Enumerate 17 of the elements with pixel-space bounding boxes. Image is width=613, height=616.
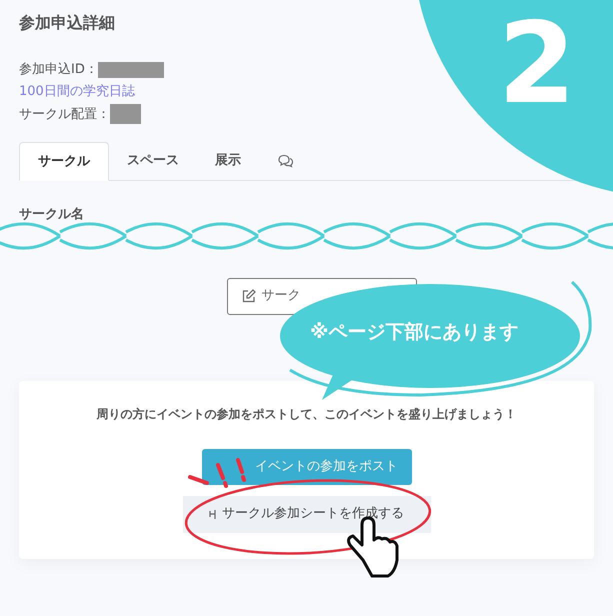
page-title: 参加申込詳細 [19, 12, 116, 34]
info-label: 参加申込ID： [19, 61, 98, 79]
redacted-block [98, 62, 164, 78]
tab[interactable]: 展示 [197, 141, 259, 180]
tab[interactable]: サークル [19, 142, 109, 181]
redacted-block [110, 104, 141, 124]
tab[interactable]: スペース [109, 141, 197, 180]
edit-icon [242, 289, 256, 303]
callout-text: ※ページ下部にあります [310, 323, 518, 342]
share-message: 周りの方にイベントの参加をポストして、このイベントを盛り上げましょう！ [96, 406, 516, 422]
info-label: サークル配置： [19, 106, 110, 124]
sheet-icon [209, 508, 217, 520]
step-number: 2 [498, 8, 576, 120]
chat-icon [277, 154, 294, 168]
sheet-button[interactable]: サークル参加シートを作成する [182, 496, 430, 532]
exclamation-marks [188, 458, 246, 488]
section-label: サークル名 [19, 206, 84, 224]
